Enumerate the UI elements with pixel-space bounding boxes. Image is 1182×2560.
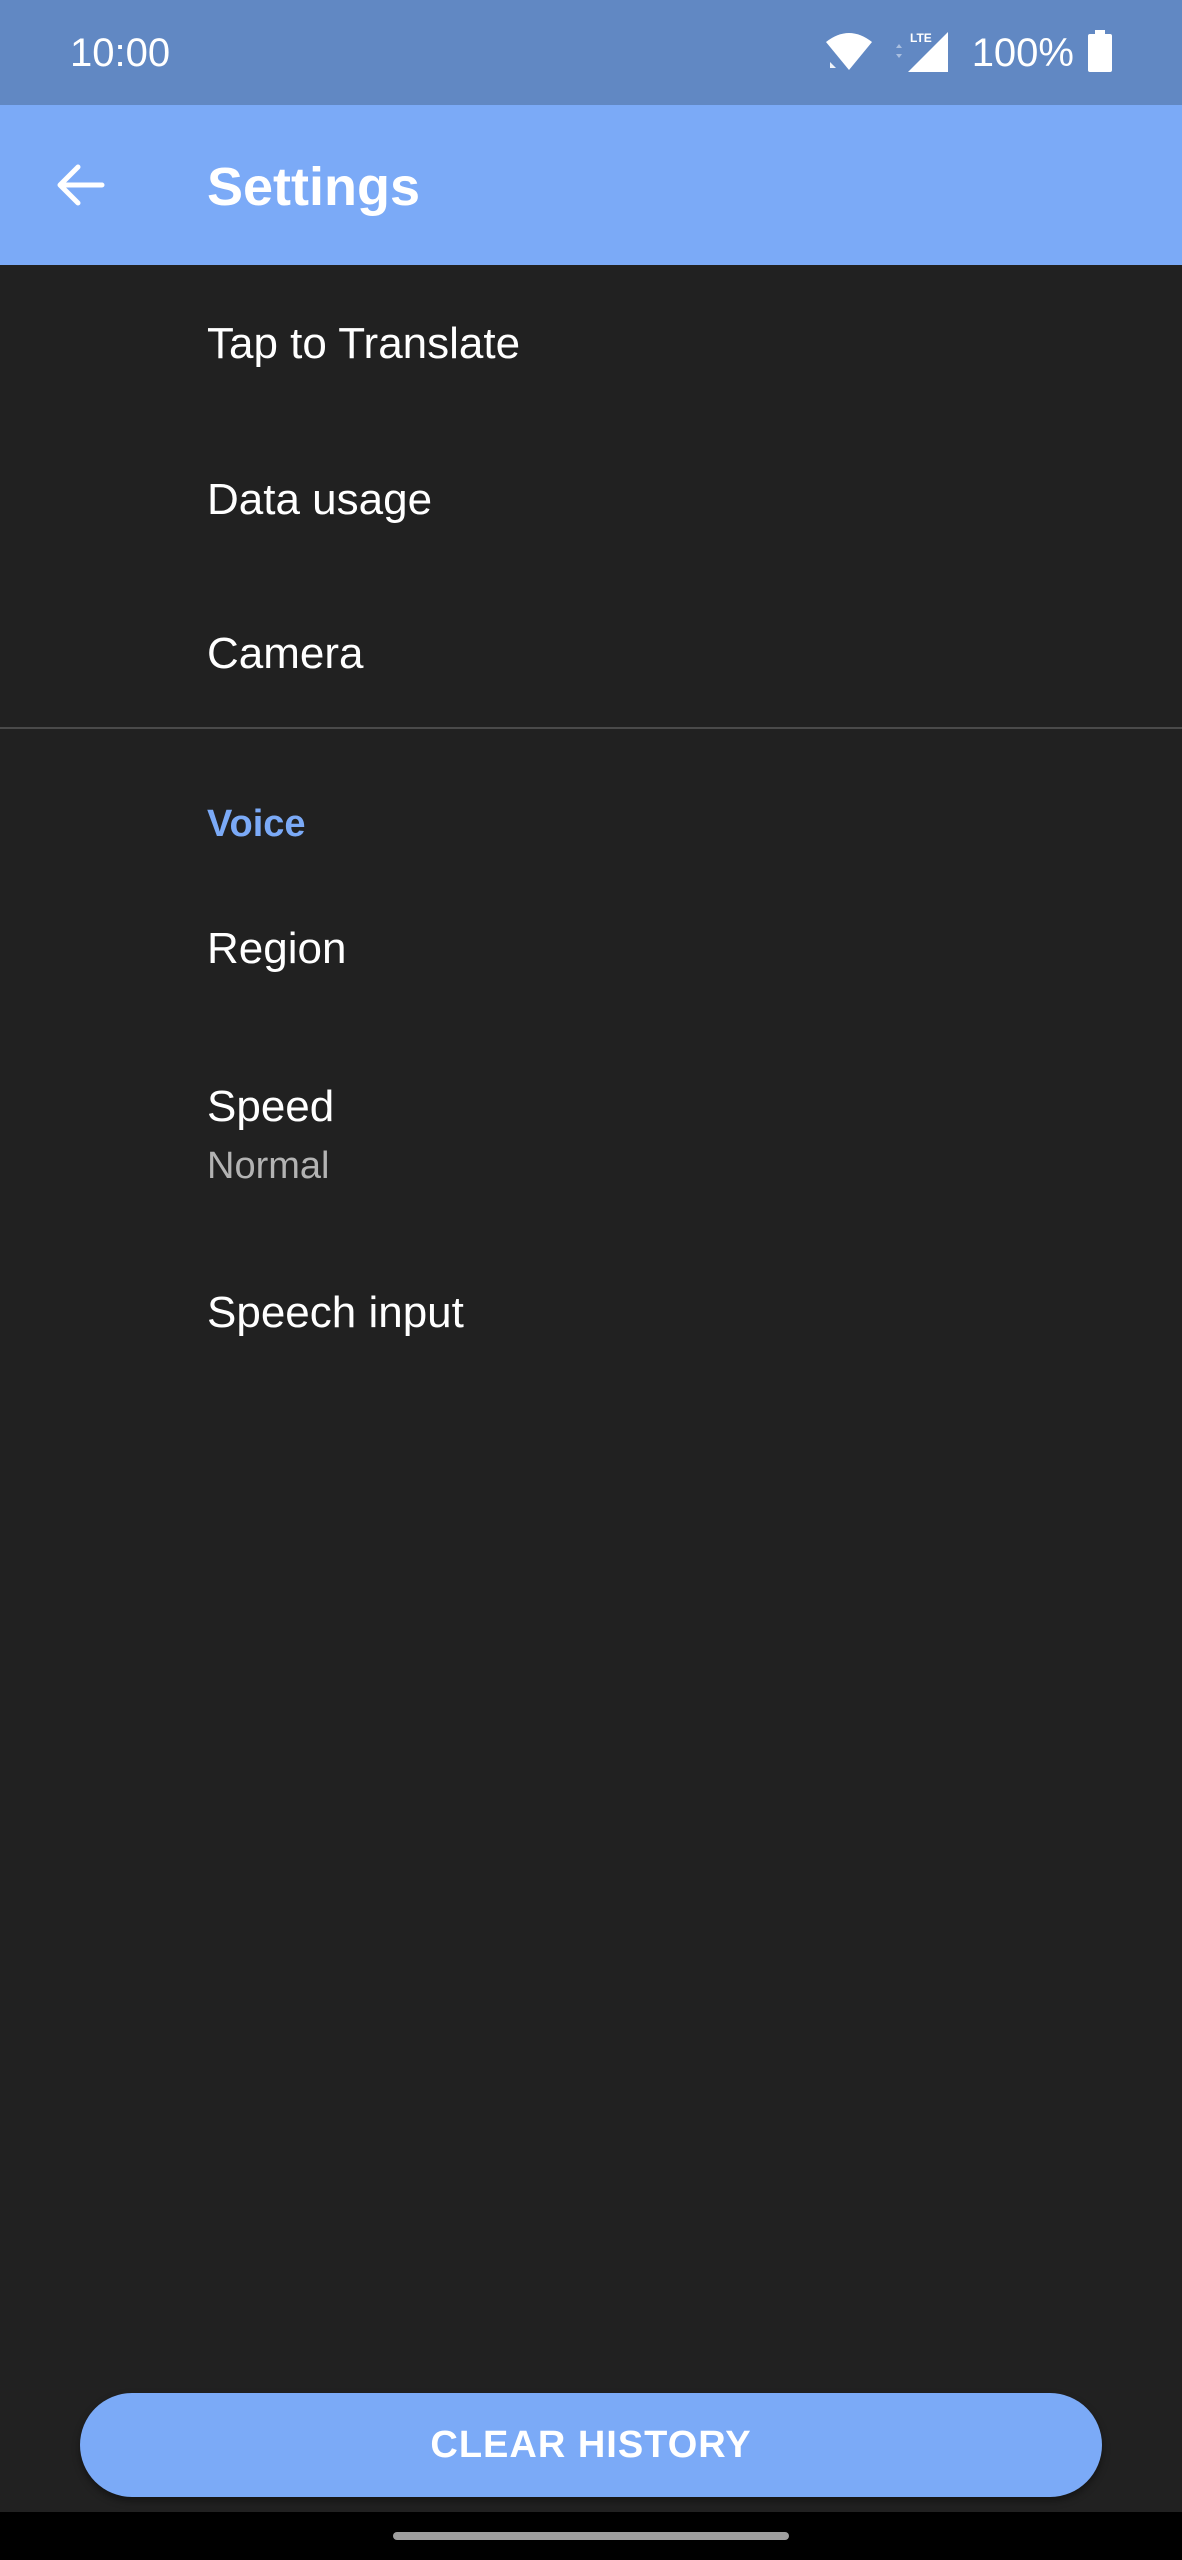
settings-item-label: Speech input — [207, 1288, 464, 1337]
settings-item-camera[interactable]: Camera — [0, 573, 1182, 727]
lte-label: LTE — [910, 31, 932, 45]
settings-item-tap-to-translate[interactable]: Tap to Translate — [0, 265, 1182, 419]
navigation-bar — [0, 2512, 1182, 2560]
settings-item-label: Region — [207, 924, 347, 973]
status-bar: 10:00 LTE 100% — [0, 0, 1182, 105]
settings-screen: 10:00 LTE 100% Settings Tap to Translate… — [0, 0, 1182, 2560]
settings-item-value: Normal — [207, 1145, 330, 1187]
status-icons: LTE 100% — [824, 28, 1112, 78]
settings-item-label: Speed — [207, 1082, 335, 1131]
settings-item-label: Data usage — [207, 475, 433, 524]
lte-signal-icon: LTE — [890, 28, 972, 79]
back-button[interactable] — [40, 145, 120, 225]
settings-item-speech-input[interactable]: Speech input — [0, 1230, 1182, 1400]
arrow-back-icon — [57, 164, 105, 206]
page-title: Settings — [207, 157, 421, 217]
settings-item-data-usage[interactable]: Data usage — [0, 419, 1182, 573]
clear-history-button[interactable]: CLEAR HISTORY — [80, 2393, 1102, 2497]
section-header-voice: Voice — [207, 803, 306, 845]
section-divider — [0, 727, 1182, 729]
settings-item-label: Tap to Translate — [207, 319, 521, 368]
battery-icon — [1088, 29, 1112, 77]
battery-percent: 100% — [971, 31, 1074, 75]
home-gesture-handle[interactable] — [393, 2532, 789, 2540]
status-time: 10:00 — [70, 31, 171, 75]
settings-item-label: Camera — [207, 629, 364, 678]
settings-item-speed[interactable]: Speed Normal — [0, 1030, 1182, 1230]
wifi-icon — [824, 30, 890, 77]
app-bar: Settings — [0, 105, 1182, 265]
settings-item-region[interactable]: Region — [0, 880, 1182, 1030]
